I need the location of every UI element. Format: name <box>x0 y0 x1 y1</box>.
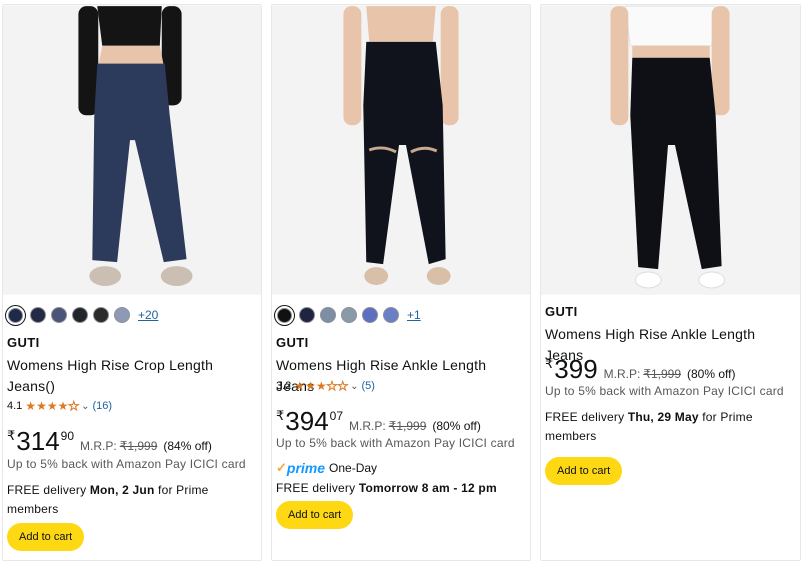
mrp-label: M.R.P: <box>349 419 386 433</box>
product-card: +20 GUTI Womens High Rise Crop Length Je… <box>2 4 262 561</box>
title-line: Womens High Rise Crop Length <box>7 357 214 373</box>
rating-row: 3.2 ★ ★ ★ ★ ★ ⌄ (5) <box>276 380 526 393</box>
color-swatch[interactable] <box>72 307 88 323</box>
color-swatch[interactable] <box>93 307 109 323</box>
delivery-prefix: FREE delivery <box>276 481 359 495</box>
product-photo-icon <box>3 6 261 294</box>
add-to-cart-button[interactable]: Add to cart <box>7 523 85 551</box>
star-rating-icon[interactable]: ★ ★ ★ ★ ★ <box>25 400 79 413</box>
rating-value: 4.1 <box>7 400 23 412</box>
currency-symbol: ₹ <box>545 356 554 371</box>
cashback-text: Up to 5% back with Amazon Pay ICICI card <box>7 457 246 471</box>
prime-badge: ✓ prime One-Day <box>276 460 526 476</box>
check-icon: ✓ <box>276 460 287 475</box>
brand-name: GUTI <box>276 335 309 350</box>
chevron-down-icon[interactable]: ⌄ <box>81 401 89 412</box>
currency-symbol: ₹ <box>7 428 16 443</box>
delivery-date: Tomorrow 8 am - 12 pm <box>358 481 497 495</box>
price-whole: 314 <box>16 426 60 456</box>
price-whole: 399 <box>554 354 598 384</box>
add-to-cart-button[interactable]: Add to cart <box>276 501 354 529</box>
delivery-prefix: FREE delivery <box>7 483 90 497</box>
brand-name: GUTI <box>7 335 40 350</box>
delivery-line2: members <box>545 429 597 443</box>
prime-logo: prime <box>286 460 326 476</box>
color-swatch[interactable] <box>320 307 336 323</box>
product-photo-icon <box>541 5 800 294</box>
color-swatches: +1 <box>276 305 526 325</box>
price-row: ₹ 399 M.R.P: ₹1,999 (80% off) <box>545 356 796 382</box>
cashback-text: Up to 5% back with Amazon Pay ICICI card <box>545 384 784 398</box>
color-swatch[interactable] <box>299 307 315 323</box>
price-row: ₹ 314 90 M.R.P: ₹1,999 (84% off) <box>7 428 257 454</box>
product-title[interactable]: Womens High Rise Crop Length Jeans() <box>7 355 257 397</box>
color-swatch[interactable] <box>114 307 130 323</box>
delivery-date: Mon, 2 Jun <box>89 483 155 497</box>
prime-label: One-Day <box>329 461 378 475</box>
mrp-price: ₹1,999 <box>119 439 158 453</box>
product-card: GUTI Womens High Rise Ankle Length Jeans… <box>540 4 801 561</box>
brand-name: GUTI <box>545 304 578 319</box>
product-image[interactable] <box>541 5 800 295</box>
title-line: Jeans() <box>7 378 56 394</box>
product-image[interactable] <box>3 5 261 295</box>
price-whole: 394 <box>285 406 329 436</box>
color-swatch[interactable] <box>30 307 46 323</box>
rating-value: 3.2 <box>276 380 292 392</box>
more-colors-link[interactable]: +20 <box>138 308 158 322</box>
product-photo-icon <box>272 6 530 294</box>
color-swatch[interactable] <box>341 307 357 323</box>
currency-symbol: ₹ <box>276 408 285 423</box>
product-card: +1 GUTI Womens High Rise Ankle Length Je… <box>271 4 531 561</box>
color-swatch[interactable] <box>277 307 292 323</box>
color-swatches: +20 <box>7 305 257 325</box>
discount-text: (80% off) <box>432 419 481 433</box>
more-colors-link[interactable]: +1 <box>407 308 421 322</box>
price-fraction: 90 <box>60 429 75 443</box>
mrp-price: ₹1,999 <box>388 419 427 433</box>
delivery-prefix: FREE delivery <box>545 410 628 424</box>
delivery-info: FREE delivery Mon, 2 Jun for Prime membe… <box>7 481 257 519</box>
delivery-info: FREE delivery Thu, 29 May for Prime memb… <box>545 408 796 446</box>
mrp-label: M.R.P: <box>80 439 117 453</box>
rating-row: 4.1 ★ ★ ★ ★ ★ ⌄ (16) <box>7 400 257 413</box>
delivery-date: Thu, 29 May <box>627 410 699 424</box>
mrp-label: M.R.P: <box>603 367 641 381</box>
price-row: ₹ 394 07 M.R.P: ₹1,999 (80% off) <box>276 408 526 434</box>
color-swatch[interactable] <box>51 307 67 323</box>
color-swatch[interactable] <box>362 307 378 323</box>
cashback-text: Up to 5% back with Amazon Pay ICICI card <box>276 436 515 450</box>
color-swatch[interactable] <box>8 307 23 323</box>
product-image[interactable] <box>272 5 530 295</box>
delivery-suffix: for Prime <box>698 410 753 424</box>
add-to-cart-button[interactable]: Add to cart <box>545 457 623 485</box>
color-swatch[interactable] <box>383 307 399 323</box>
delivery-suffix: for Prime <box>154 483 209 497</box>
delivery-line2: members <box>7 502 59 516</box>
review-count-link[interactable]: (16) <box>93 400 113 412</box>
mrp-price: ₹1,999 <box>643 367 682 381</box>
discount-text: (80% off) <box>687 367 736 381</box>
review-count-link[interactable]: (5) <box>362 380 375 392</box>
discount-text: (84% off) <box>163 439 212 453</box>
chevron-down-icon[interactable]: ⌄ <box>350 381 358 392</box>
price-fraction: 07 <box>329 409 344 423</box>
star-rating-icon[interactable]: ★ ★ ★ ★ ★ <box>294 380 348 393</box>
delivery-info: FREE delivery Tomorrow 8 am - 12 pm <box>276 479 526 498</box>
